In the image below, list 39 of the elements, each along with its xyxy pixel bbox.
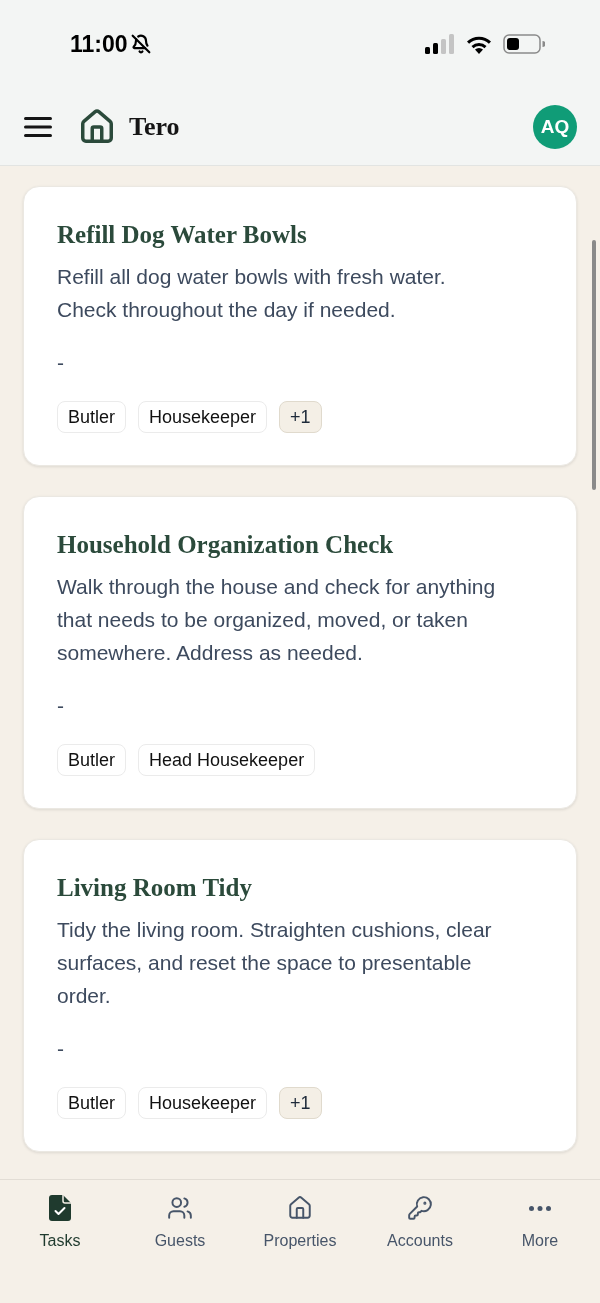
- dash-text: -: [57, 693, 64, 719]
- role-tag: Butler: [57, 744, 127, 776]
- people-icon: [167, 1195, 193, 1221]
- more-count-tag[interactable]: +1: [279, 401, 322, 433]
- nav-tab[interactable]: Tasks: [0, 1195, 120, 1251]
- dash-text: -: [57, 1036, 64, 1062]
- task-card[interactable]: Household Organization Check Walk through the house and check for anything that needs to be organized, moved, or taken somewhere. Address as needed. - Butler Head Housekeeper: [23, 496, 577, 809]
- signal-icon: [425, 34, 455, 54]
- nav-tab[interactable]: More: [480, 1195, 600, 1251]
- app-title: Tero: [129, 110, 180, 143]
- house-icon: [78, 107, 116, 146]
- battery-icon: [503, 34, 545, 54]
- task-description: Tidy the living room. Straighten cushions, clear surfaces, and reset the space to presentable order.: [57, 917, 493, 1009]
- task-description: Walk through the house and check for anything that needs to be organized, moved, or taken somewhere. Address as needed.: [57, 574, 497, 666]
- house-icon: [287, 1195, 313, 1221]
- role-tag: Head Housekeeper: [138, 744, 316, 776]
- nav-tab[interactable]: Properties: [240, 1195, 360, 1251]
- more-icon: [529, 1205, 551, 1211]
- nav-tab[interactable]: Guests: [120, 1195, 240, 1251]
- key-icon: [407, 1195, 433, 1221]
- task-title: Living Room Tidy: [57, 873, 252, 903]
- task-title: Household Organization Check: [57, 530, 394, 560]
- bell-slash-icon: [130, 34, 151, 54]
- task-card[interactable]: Living Room Tidy Tidy the living room. Straighten cushions, clear surfaces, and reset the space to presentable order. - Butler Housekeeper +1: [23, 839, 577, 1152]
- clock-time: 11:00: [70, 30, 128, 58]
- scrollbar[interactable]: [592, 240, 596, 490]
- nav-tab[interactable]: Accounts: [360, 1195, 480, 1251]
- wifi-icon: [466, 34, 492, 54]
- task-title: Refill Dog Water Bowls: [57, 220, 307, 250]
- dash-text: -: [57, 350, 64, 376]
- task-description: Refill all dog water bowls with fresh water. Check throughout the day if needed.: [57, 264, 447, 323]
- menu-icon[interactable]: [24, 116, 52, 137]
- role-tag: Butler: [57, 401, 127, 433]
- task-card[interactable]: Refill Dog Water Bowls Refill all dog water bowls with fresh water. Check throughout the day if needed. - Butler Housekeeper +1: [23, 186, 577, 466]
- role-tag: Housekeeper: [138, 401, 268, 433]
- more-count-tag[interactable]: +1: [279, 1087, 322, 1119]
- role-tag: Butler: [57, 1087, 127, 1119]
- document-check-icon: [49, 1195, 71, 1221]
- role-tag: Housekeeper: [138, 1087, 268, 1119]
